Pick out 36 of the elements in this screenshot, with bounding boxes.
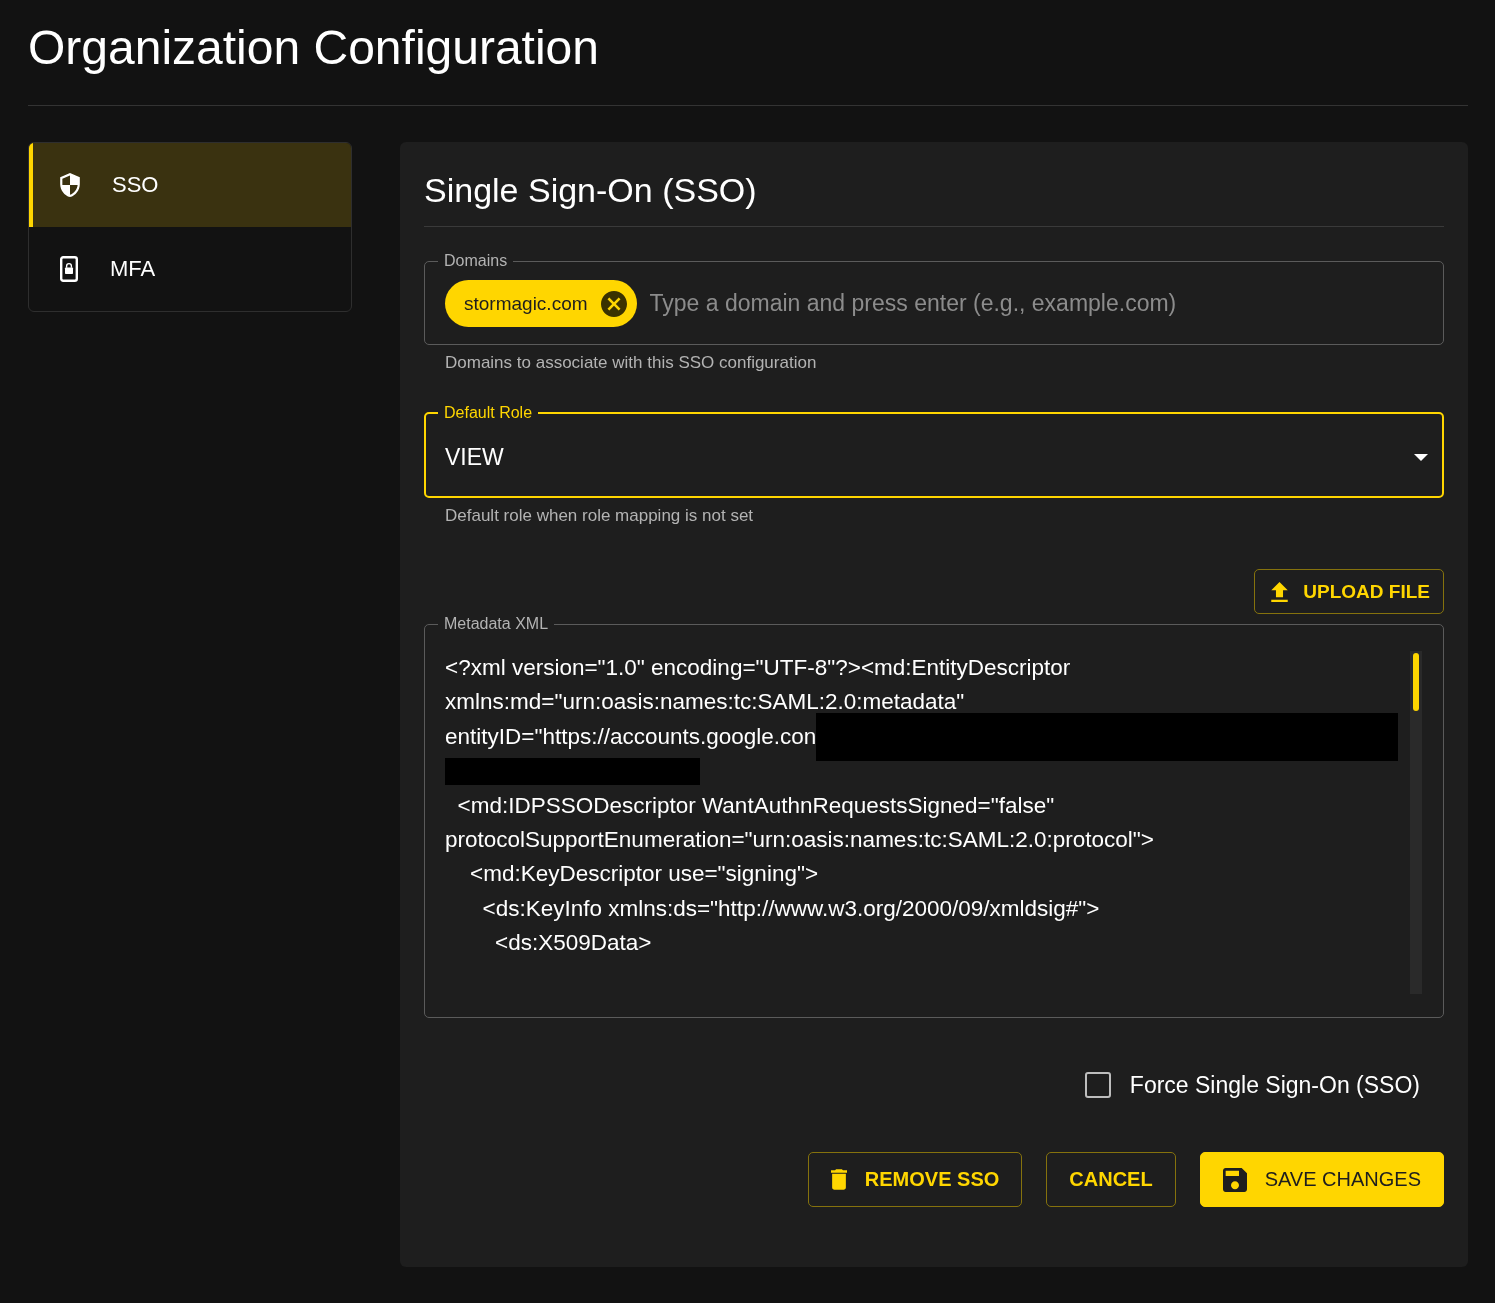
domain-chip[interactable]: stormagic.com	[445, 280, 637, 327]
upload-icon	[1271, 581, 1289, 602]
shield-icon	[60, 173, 80, 197]
page-title: Organization Configuration	[28, 20, 600, 76]
sidebar-item[interactable]: MFA	[29, 227, 351, 311]
panel-title: Single Sign-On (SSO)	[424, 170, 758, 210]
scrollbar[interactable]	[1410, 651, 1422, 994]
xml-line: <ds:KeyInfo xmlns:ds="http://www.w3.org/2000/09/xmldsig#">	[481, 894, 1101, 923]
default-role-select[interactable]: Default Role VIEW	[424, 404, 1444, 498]
checkbox-label[interactable]: Force Single Sign-On (SSO)	[1129, 1070, 1420, 1100]
xml-line: protocolSupportEnumeration="urn:oasis:names:tc:SAML:2.0:protocol">	[445, 826, 1155, 854]
sidebar-item[interactable]: SSO	[29, 143, 351, 227]
scrollbar-thumb[interactable]	[1413, 653, 1419, 711]
save-icon	[1222, 1167, 1247, 1192]
helper-text: Default role when role mapping is not set	[445, 506, 755, 526]
xml-line: xmlns:md="urn:oasis:names:tc:SAML:2.0:metadata"	[445, 688, 966, 717]
action-button[interactable]: SAVE CHANGES	[1199, 1152, 1444, 1207]
helper-text: Domains to associate with this SSO configuration	[445, 353, 818, 373]
domains-field[interactable]: Domains stormagic.com Type a domain and press enter (e.g., example.com)	[424, 252, 1444, 345]
field-label: Domains	[443, 252, 509, 270]
metadata-xml-field[interactable]	[424, 615, 1444, 1018]
xml-line: entityID="https://accounts.google.con	[445, 722, 817, 751]
upload-file-button[interactable]: UPLOAD FILE	[1254, 569, 1444, 614]
xml-line: <md:KeyDescriptor use="signing">	[469, 860, 820, 889]
remove-chip-icon[interactable]	[600, 290, 627, 317]
action-button[interactable]: CANCEL	[1046, 1152, 1176, 1207]
caret-icon	[1414, 453, 1428, 461]
xml-line: <md:IDPSSODescriptor WantAuthnRequestsSigned="false"	[456, 791, 1056, 820]
field-label: Metadata XML	[443, 615, 550, 633]
checkbox[interactable]	[1084, 1072, 1111, 1098]
trash-icon	[830, 1169, 847, 1190]
field-label: Default Role	[443, 404, 534, 422]
xml-line: <?xml version="1.0" encoding="UTF-8"?><md:EntityDescriptor	[445, 654, 1072, 682]
action-button[interactable]: REMOVE SSO	[807, 1152, 1023, 1207]
xml-line: <ds:X509Data>	[494, 929, 653, 958]
phone-lock-icon	[60, 256, 78, 282]
